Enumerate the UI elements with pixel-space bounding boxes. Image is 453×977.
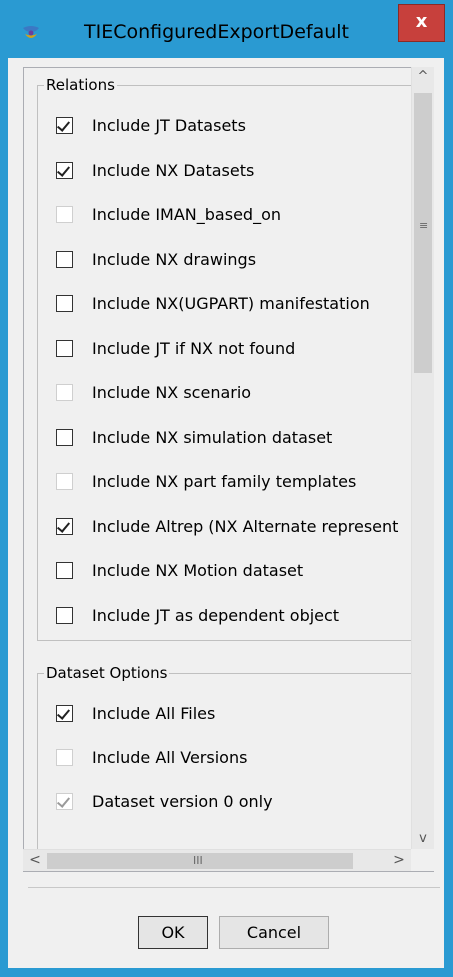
dataset-options-legend: Dataset Options bbox=[44, 664, 170, 682]
checkbox-label: Include NX(UGPART) manifestation bbox=[92, 294, 370, 313]
checkbox-label: Include IMAN_based_on bbox=[92, 205, 281, 224]
horizontal-scrollbar[interactable]: < III > bbox=[23, 849, 411, 871]
ok-button[interactable]: OK bbox=[138, 916, 208, 949]
checkbox-label: Include NX part family templates bbox=[92, 472, 357, 491]
title-bar[interactable]: TIEConfiguredExportDefault x bbox=[0, 0, 453, 58]
checkbox-label: Include NX simulation dataset bbox=[92, 427, 333, 447]
checkbox-checked bbox=[56, 793, 73, 810]
checkbox-checked[interactable] bbox=[56, 117, 73, 134]
checkbox-unchecked[interactable] bbox=[56, 428, 73, 446]
close-button[interactable]: x bbox=[398, 4, 445, 42]
checkmark-icon bbox=[56, 118, 71, 132]
checkbox-unchecked bbox=[56, 473, 73, 490]
checkbox-checked[interactable] bbox=[56, 517, 73, 535]
grip-icon: III bbox=[193, 854, 203, 867]
checkbox-label: Include JT if NX not found bbox=[92, 338, 296, 358]
scroll-left-icon[interactable]: < bbox=[25, 850, 45, 872]
checkbox-label: Include JT Datasets bbox=[92, 116, 246, 135]
checkbox-unchecked[interactable] bbox=[56, 339, 73, 357]
checkbox-label: Include All Files bbox=[92, 704, 216, 723]
dialog-window: TIEConfiguredExportDefault x Relations I… bbox=[0, 0, 453, 977]
checkbox-unchecked bbox=[56, 749, 73, 766]
checkbox-label: Include NX Datasets bbox=[92, 160, 255, 180]
app-icon bbox=[23, 26, 39, 38]
grip-icon: ≡ bbox=[419, 219, 429, 232]
checkbox-label: Include All Versions bbox=[92, 748, 248, 767]
checkmark-icon bbox=[56, 162, 71, 177]
options-scroll-area[interactable]: Relations Include JT Datasets Include NX … bbox=[23, 67, 434, 872]
checkmark-icon bbox=[56, 518, 71, 533]
checkbox-unchecked bbox=[56, 384, 73, 401]
scroll-up-icon[interactable]: ^ bbox=[412, 67, 434, 87]
checkbox-unchecked[interactable] bbox=[56, 250, 73, 268]
button-separator bbox=[28, 887, 440, 888]
horizontal-scroll-thumb[interactable]: III bbox=[47, 853, 353, 869]
vertical-scroll-thumb[interactable]: ≡ bbox=[414, 93, 432, 373]
checkbox-label: Include NX drawings bbox=[92, 249, 257, 269]
cancel-button[interactable]: Cancel bbox=[219, 916, 329, 949]
checkbox-label: Include NX scenario bbox=[92, 383, 252, 402]
checkbox-checked[interactable] bbox=[56, 161, 73, 179]
vertical-scrollbar[interactable]: ^ ≡ v bbox=[411, 67, 434, 849]
checkbox-label: Include JT as dependent object bbox=[92, 605, 340, 625]
checkbox-checked[interactable] bbox=[56, 705, 73, 722]
checkmark-icon bbox=[56, 706, 71, 720]
checkbox-label: Include Altrep (NX Alternate represent bbox=[92, 516, 399, 536]
relations-legend: Relations bbox=[44, 76, 117, 94]
checkbox-unchecked[interactable] bbox=[56, 295, 73, 312]
scrollbar-corner bbox=[411, 849, 434, 871]
checkbox-unchecked bbox=[56, 206, 73, 223]
window-title: TIEConfiguredExportDefault bbox=[84, 21, 349, 43]
checkbox-label: Include NX Motion dataset bbox=[92, 561, 304, 580]
checkbox-unchecked[interactable] bbox=[56, 606, 73, 624]
checkbox-unchecked[interactable] bbox=[56, 562, 73, 579]
scroll-down-icon[interactable]: v bbox=[412, 829, 434, 849]
checkmark-icon bbox=[56, 794, 71, 808]
close-icon: x bbox=[415, 11, 428, 32]
scroll-right-icon[interactable]: > bbox=[389, 850, 409, 872]
checkbox-label: Dataset version 0 only bbox=[92, 792, 273, 811]
